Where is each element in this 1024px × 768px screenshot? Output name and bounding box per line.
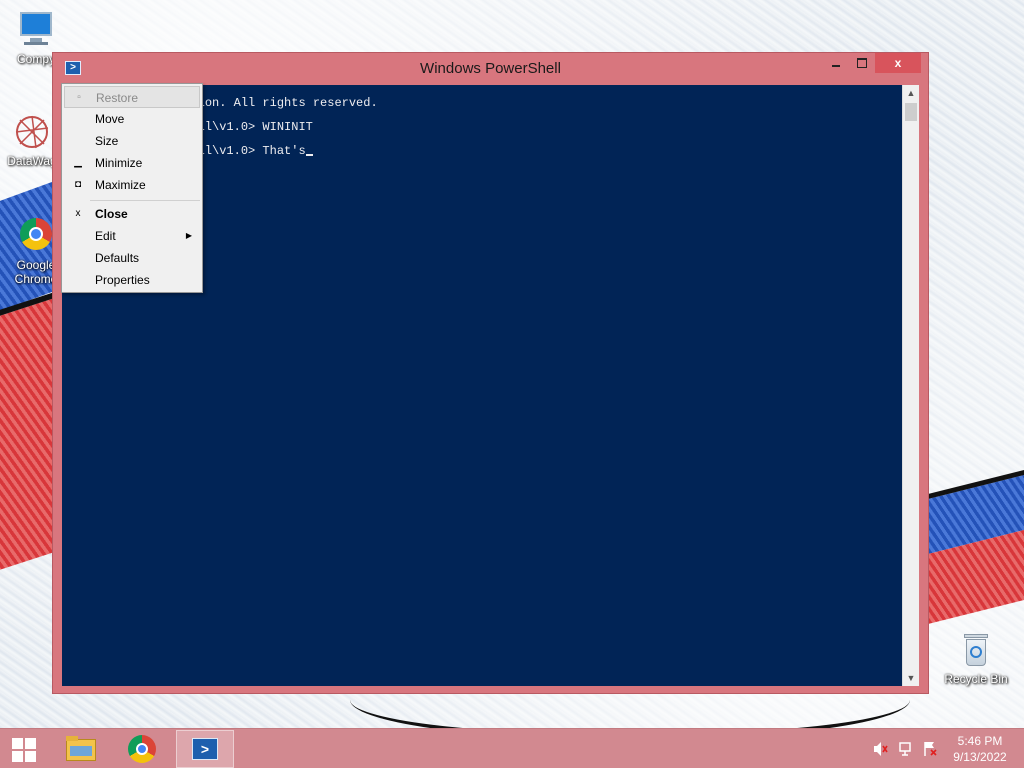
network-icon[interactable] xyxy=(898,729,914,768)
menu-item-close[interactable]: x Close xyxy=(64,203,200,225)
maximize-button[interactable] xyxy=(849,53,875,73)
submenu-arrow-icon: ▶ xyxy=(185,231,192,240)
taskbar-google-chrome[interactable] xyxy=(114,730,172,768)
desktop-icon-recycle-bin[interactable]: Recycle Bin xyxy=(940,630,1012,686)
menu-item-move[interactable]: Move xyxy=(64,108,200,130)
chrome-icon xyxy=(16,216,56,256)
vertical-scrollbar[interactable]: ▲ ▼ xyxy=(902,85,919,686)
menu-item-defaults[interactable]: Defaults xyxy=(64,247,200,269)
menu-item-size[interactable]: Size xyxy=(64,130,200,152)
close-icon: x xyxy=(894,56,902,70)
menu-item-minimize[interactable]: ▁ Minimize xyxy=(64,152,200,174)
start-button[interactable] xyxy=(0,729,48,768)
system-clock[interactable]: 5:46 PM 9/13/2022 xyxy=(940,733,1020,765)
menu-item-maximize[interactable]: ◘ Maximize xyxy=(64,174,200,196)
taskbar: > 5:46 PM 9/13/2022 xyxy=(0,728,1024,768)
recycle-bin-icon xyxy=(956,630,996,670)
scroll-down-arrow-icon[interactable]: ▼ xyxy=(903,670,919,686)
window-title: Windows PowerShell xyxy=(420,60,561,77)
wallpaper-red-stripe-right xyxy=(929,526,1024,624)
close-icon: x xyxy=(75,208,81,219)
menu-item-restore[interactable]: ▫ Restore xyxy=(64,86,200,108)
wallpaper-blue-stripe-right xyxy=(929,466,1024,554)
taskbar-windows-powershell[interactable]: > xyxy=(176,730,234,768)
action-center-flag-icon[interactable] xyxy=(922,729,938,768)
menu-separator xyxy=(90,200,200,201)
menu-item-properties[interactable]: Properties xyxy=(64,269,200,291)
text-cursor xyxy=(305,154,313,156)
title-bar[interactable]: > Windows PowerShell x xyxy=(53,53,928,83)
scroll-thumb[interactable] xyxy=(905,103,917,121)
clock-time: 5:46 PM xyxy=(957,734,1003,748)
datawag-icon xyxy=(12,112,52,152)
menu-item-edit[interactable]: Edit ▶ xyxy=(64,225,200,247)
taskbar-file-explorer[interactable] xyxy=(52,730,110,768)
close-button[interactable]: x xyxy=(875,53,921,73)
maximize-icon: ◘ xyxy=(74,179,82,190)
computer-icon xyxy=(16,10,56,50)
minimize-button[interactable] xyxy=(823,53,849,73)
clock-date: 9/13/2022 xyxy=(953,750,1007,764)
scroll-up-arrow-icon[interactable]: ▲ xyxy=(903,85,919,101)
restore-icon: ▫ xyxy=(77,92,81,103)
minimize-icon: ▁ xyxy=(74,157,82,168)
desktop-icon-label: Recycle Bin xyxy=(944,672,1008,686)
system-menu: ▫ Restore Move Size ▁ Minimize ◘ Maximiz… xyxy=(61,83,203,293)
volume-muted-icon[interactable] xyxy=(872,729,888,768)
